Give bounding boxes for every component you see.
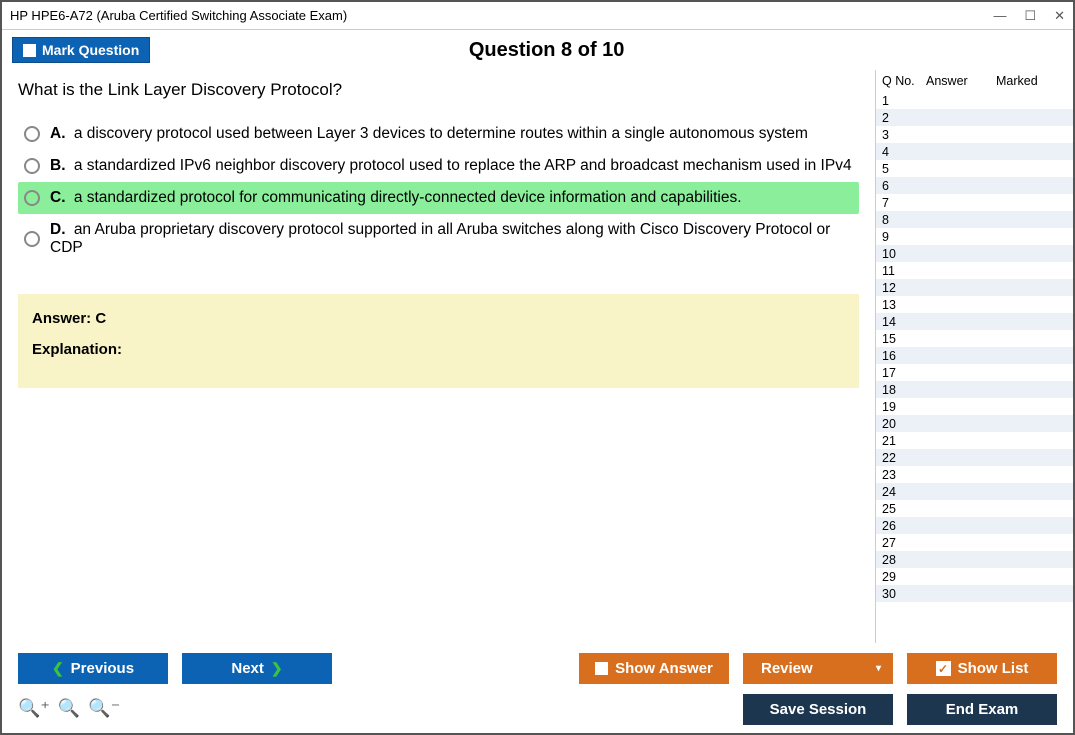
- footer-row-1: ❮ Previous Next ❯ Show Answer Review ▾ ✓…: [18, 653, 1057, 684]
- list-row[interactable]: 18: [876, 381, 1073, 398]
- radio-icon[interactable]: [24, 231, 40, 247]
- zoom-reset-icon[interactable]: 🔍: [58, 698, 80, 719]
- maximize-icon[interactable]: ☐: [1024, 8, 1036, 24]
- list-row[interactable]: 30: [876, 585, 1073, 602]
- col-marked: Marked: [996, 74, 1067, 88]
- checked-icon: ✓: [936, 661, 951, 676]
- col-answer: Answer: [926, 74, 996, 88]
- question-list-panel: Q No. Answer Marked 12345678910111213141…: [875, 70, 1073, 643]
- previous-button[interactable]: ❮ Previous: [18, 653, 168, 684]
- list-row[interactable]: 21: [876, 432, 1073, 449]
- radio-icon[interactable]: [24, 126, 40, 142]
- exam-window: HP HPE6-A72 (Aruba Certified Switching A…: [0, 0, 1075, 735]
- checkbox-icon: [23, 44, 36, 57]
- footer-row-2: Save Session End Exam: [743, 694, 1057, 725]
- list-row[interactable]: 23: [876, 466, 1073, 483]
- list-row[interactable]: 28: [876, 551, 1073, 568]
- list-row[interactable]: 9: [876, 228, 1073, 245]
- list-row[interactable]: 22: [876, 449, 1073, 466]
- close-icon[interactable]: ✕: [1054, 8, 1065, 24]
- list-header: Q No. Answer Marked: [876, 70, 1073, 92]
- zoom-out-icon[interactable]: 🔍⁻: [88, 698, 120, 719]
- list-row[interactable]: 16: [876, 347, 1073, 364]
- question-counter: Question 8 of 10: [150, 39, 943, 62]
- list-row[interactable]: 27: [876, 534, 1073, 551]
- zoom-in-icon[interactable]: 🔍⁺: [18, 698, 50, 719]
- list-row[interactable]: 26: [876, 517, 1073, 534]
- question-text: What is the Link Layer Discovery Protoco…: [18, 80, 859, 100]
- list-row[interactable]: 25: [876, 500, 1073, 517]
- list-row[interactable]: 17: [876, 364, 1073, 381]
- window-title: HP HPE6-A72 (Aruba Certified Switching A…: [10, 8, 993, 23]
- list-row[interactable]: 1: [876, 92, 1073, 109]
- window-controls: — ☐ ✕: [993, 8, 1065, 24]
- list-row[interactable]: 8: [876, 211, 1073, 228]
- list-row[interactable]: 6: [876, 177, 1073, 194]
- radio-icon[interactable]: [24, 158, 40, 174]
- list-row[interactable]: 24: [876, 483, 1073, 500]
- mark-question-button[interactable]: Mark Question: [12, 37, 150, 63]
- list-row[interactable]: 20: [876, 415, 1073, 432]
- list-row[interactable]: 3: [876, 126, 1073, 143]
- list-row[interactable]: 10: [876, 245, 1073, 262]
- end-exam-button[interactable]: End Exam: [907, 694, 1057, 725]
- question-panel: What is the Link Layer Discovery Protoco…: [2, 70, 875, 643]
- list-row[interactable]: 15: [876, 330, 1073, 347]
- option-b[interactable]: B. a standardized IPv6 neighbor discover…: [18, 150, 859, 182]
- list-row[interactable]: 13: [876, 296, 1073, 313]
- list-row[interactable]: 2: [876, 109, 1073, 126]
- checkbox-icon: [595, 662, 608, 675]
- main-area: What is the Link Layer Discovery Protoco…: [2, 70, 1073, 643]
- list-row[interactable]: 7: [876, 194, 1073, 211]
- show-list-button[interactable]: ✓ Show List: [907, 653, 1057, 684]
- chevron-left-icon: ❮: [52, 660, 64, 677]
- footer: ❮ Previous Next ❯ Show Answer Review ▾ ✓…: [2, 643, 1073, 733]
- explanation-label: Explanation:: [32, 341, 845, 358]
- list-row[interactable]: 4: [876, 143, 1073, 160]
- chevron-right-icon: ❯: [271, 660, 283, 677]
- mark-question-label: Mark Question: [42, 42, 139, 58]
- list-row[interactable]: 11: [876, 262, 1073, 279]
- list-row[interactable]: 5: [876, 160, 1073, 177]
- zoom-controls: 🔍⁺ 🔍 🔍⁻: [18, 698, 120, 719]
- topbar: Mark Question Question 8 of 10: [2, 30, 1073, 70]
- list-row[interactable]: 19: [876, 398, 1073, 415]
- list-row[interactable]: 12: [876, 279, 1073, 296]
- option-a[interactable]: A. a discovery protocol used between Lay…: [18, 118, 859, 150]
- chevron-down-icon: ▾: [876, 663, 881, 674]
- list-row[interactable]: 14: [876, 313, 1073, 330]
- minimize-icon[interactable]: —: [993, 8, 1006, 24]
- next-button[interactable]: Next ❯: [182, 653, 332, 684]
- option-c[interactable]: C. a standardized protocol for communica…: [18, 182, 859, 214]
- titlebar: HP HPE6-A72 (Aruba Certified Switching A…: [2, 2, 1073, 30]
- save-session-button[interactable]: Save Session: [743, 694, 893, 725]
- list-row[interactable]: 29: [876, 568, 1073, 585]
- radio-icon[interactable]: [24, 190, 40, 206]
- col-qno: Q No.: [882, 74, 926, 88]
- answer-label: Answer: C: [32, 310, 845, 327]
- answer-box: Answer: C Explanation:: [18, 294, 859, 388]
- show-answer-button[interactable]: Show Answer: [579, 653, 729, 684]
- option-d[interactable]: D. an Aruba proprietary discovery protoc…: [18, 214, 859, 264]
- question-list[interactable]: 1234567891011121314151617181920212223242…: [876, 92, 1073, 643]
- review-button[interactable]: Review ▾: [743, 653, 893, 684]
